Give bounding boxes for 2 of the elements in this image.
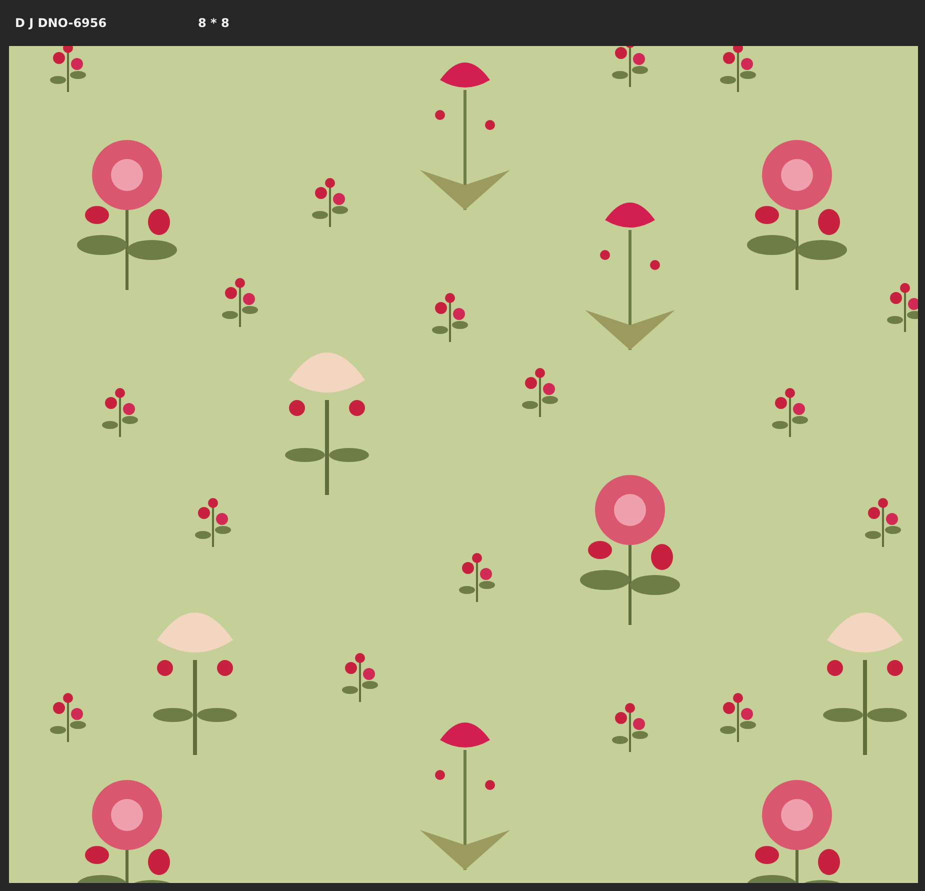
document-size: 8 * 8 bbox=[198, 16, 230, 30]
document-title: D J DNO-6956 bbox=[15, 16, 108, 30]
